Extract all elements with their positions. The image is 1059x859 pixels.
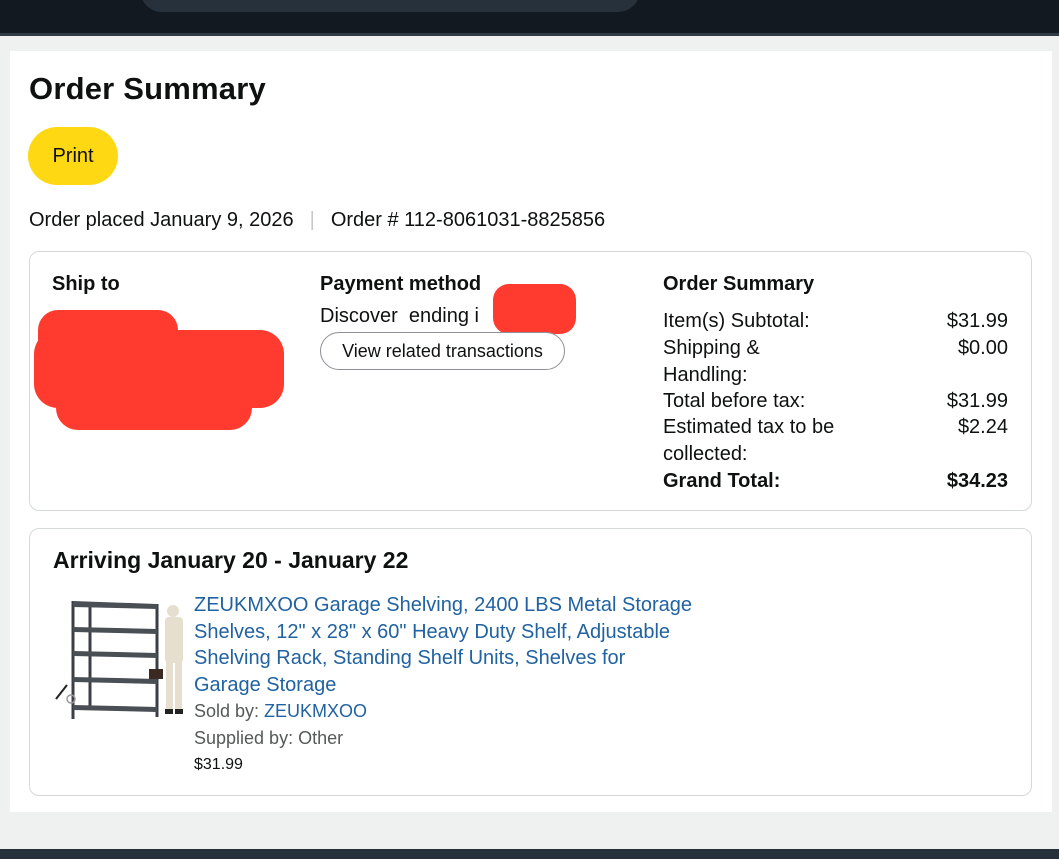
top-navigation-bar (0, 0, 1059, 36)
payment-method-heading: Payment method (320, 273, 482, 295)
redaction-mark (56, 372, 252, 430)
order-info-card: Ship to Payment method Discover ending i… (29, 251, 1032, 511)
summary-value: $0.00 (957, 337, 1008, 359)
meta-separator: | (309, 209, 315, 231)
ship-to-heading: Ship to (52, 273, 120, 295)
print-button[interactable]: Print (28, 127, 118, 185)
summary-value: $34.23 (946, 470, 1008, 492)
summary-value: $31.99 (946, 310, 1008, 332)
summary-row-shipping: Shipping & Handling: $0.00 (663, 335, 1008, 388)
supplied-by: Supplied by: Other (194, 728, 344, 748)
summary-label: Estimated tax to be collected: (663, 416, 835, 465)
order-meta: Order placed January 9, 2026 | Order # 112… (29, 209, 605, 232)
summary-row-tax: Estimated tax to be collected: $2.24 (663, 414, 1008, 467)
seller-link[interactable]: ZEUKMXOO (264, 701, 367, 721)
view-related-transactions-button[interactable]: View related transactions (320, 332, 565, 370)
bottom-bar (0, 849, 1059, 859)
summary-label: Item(s) Subtotal: (663, 310, 810, 332)
page-title: Order Summary (29, 71, 266, 106)
summary-row-subtotal: Item(s) Subtotal: $31.99 (663, 308, 1008, 335)
shipment-card: Arriving January 20 - January 22 ZEUKMXO… (29, 528, 1032, 796)
search-bar[interactable] (140, 0, 640, 12)
order-placed-date: Order placed January 9, 2026 (29, 209, 294, 231)
sold-by: Sold by: ZEUKMXOO (194, 701, 367, 722)
sold-by-label: Sold by: (194, 701, 265, 721)
summary-row-before-tax: Total before tax: $31.99 (663, 388, 1008, 415)
product-title-link[interactable]: ZEUKMXOO Garage Shelving, 2400 LBS Metal… (194, 592, 694, 698)
summary-value: $31.99 (946, 390, 1008, 412)
summary-label: Total before tax: (663, 390, 806, 412)
summary-heading: Order Summary (663, 273, 815, 295)
payment-card-text: Discover ending i (320, 305, 479, 327)
summary-row-grand-total: Grand Total: $34.23 (663, 468, 1008, 495)
item-price: $31.99 (194, 756, 243, 773)
arrival-date: Arriving January 20 - January 22 (53, 547, 409, 573)
summary-value: $2.24 (957, 416, 1008, 438)
redaction-mark (493, 284, 576, 334)
order-summary-panel: Order Summary Print Order placed January… (10, 51, 1052, 812)
summary-label: Grand Total: (663, 470, 781, 492)
order-number: Order # 112-8061031-8825856 (330, 209, 606, 231)
product-thumbnail[interactable] (53, 599, 193, 724)
summary-label: Shipping & Handling: (663, 337, 760, 386)
